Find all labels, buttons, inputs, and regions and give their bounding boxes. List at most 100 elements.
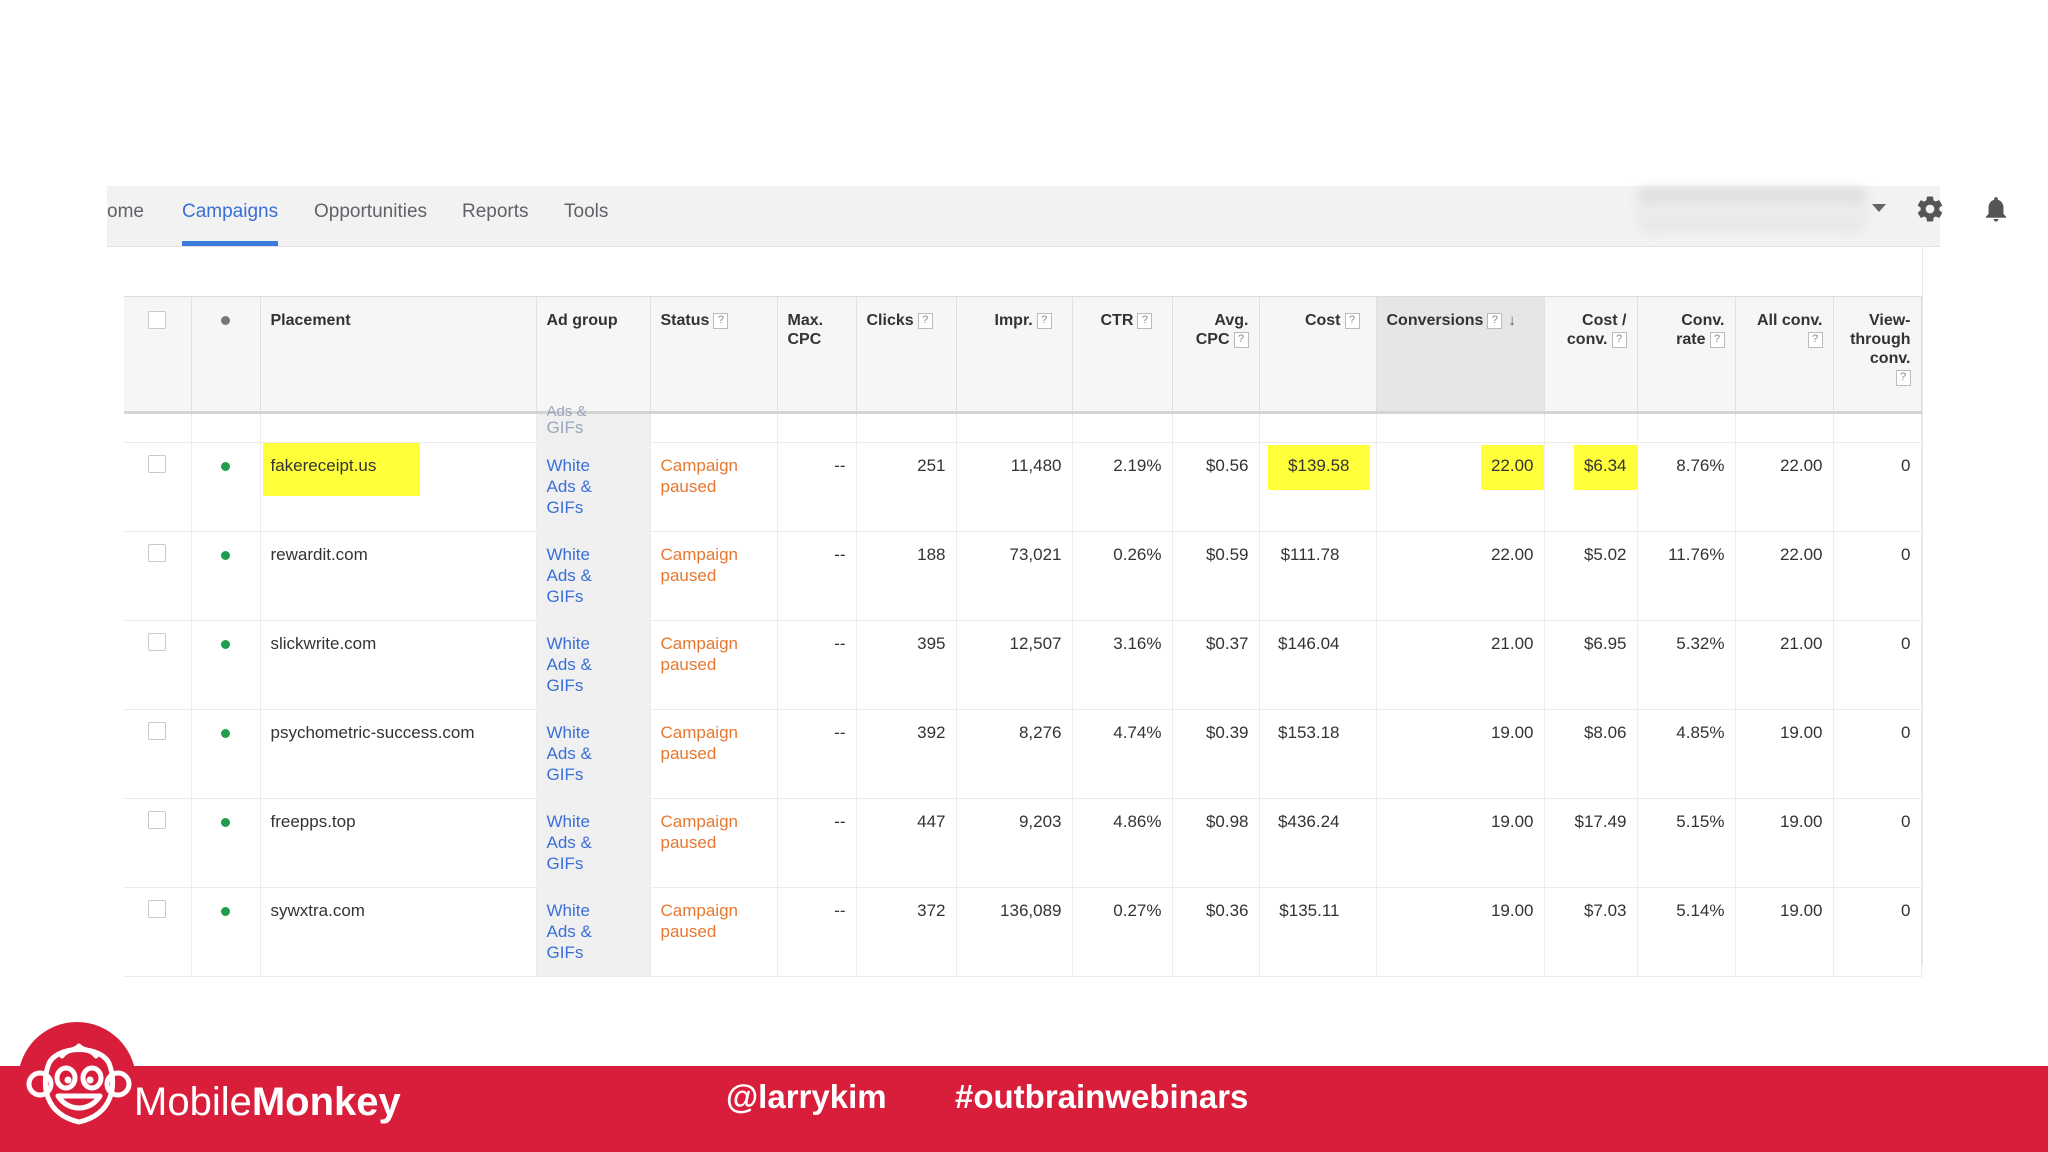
help-icon[interactable]: ? [1895, 369, 1911, 386]
help-icon[interactable]: ? [1137, 312, 1153, 329]
ad-group-link[interactable]: GIFs [547, 587, 584, 606]
bell-icon[interactable] [1981, 192, 2011, 226]
cost-text: $139.58 [1288, 456, 1350, 475]
header-impr-label: Impr. [994, 312, 1033, 329]
gear-icon[interactable] [1915, 192, 1945, 226]
help-icon[interactable]: ? [1036, 312, 1052, 329]
help-icon[interactable]: ? [1807, 331, 1823, 348]
tab-tools[interactable]: Tools [564, 186, 608, 246]
cell-status-dot [191, 798, 261, 888]
row-checkbox[interactable] [148, 722, 167, 740]
ad-group-link[interactable]: GIFs [547, 498, 584, 517]
cell-ad-group: White Ads & GIFs [536, 442, 651, 532]
cell-avg-cpc: $0.98 [1172, 798, 1260, 888]
account-selector-blurred[interactable] [1637, 188, 1867, 232]
header-ctr[interactable]: CTR? [1072, 296, 1173, 414]
ad-group-link[interactable]: Ads & [547, 922, 592, 941]
header-conversions-label: Conversions [1386, 312, 1484, 329]
table-row[interactable]: slickwrite.com White Ads & GIFs Campaign pa… [124, 620, 1922, 710]
header-max-cpc[interactable]: Max. CPC [777, 296, 857, 414]
status-text: paused [660, 833, 717, 852]
cell-view-through: 0 [1833, 887, 1922, 977]
table-row[interactable]: freepps.top White Ads & GIFs Campaign pause… [124, 798, 1922, 888]
status-text: Campaign [660, 545, 739, 564]
help-icon[interactable]: ? [1487, 312, 1503, 329]
row-checkbox[interactable] [148, 455, 167, 473]
header-all-conv[interactable]: All conv.? [1735, 296, 1834, 414]
cost-highlight: $139.58 [1268, 445, 1370, 490]
row-checkbox[interactable] [148, 633, 167, 651]
ad-group-link[interactable]: White [547, 812, 590, 831]
header-conversions[interactable]: Conversions? ↓ [1376, 296, 1545, 414]
enabled-dot-icon [221, 640, 230, 649]
ad-group-link[interactable]: Ads & [547, 744, 592, 763]
table-row[interactable]: sywxtra.com White Ads & GIFs Campaign pause… [124, 887, 1922, 977]
header-status[interactable]: Status? [650, 296, 778, 414]
ad-group-link[interactable]: GIFs [547, 765, 584, 784]
ad-group-link[interactable]: White [547, 901, 590, 920]
cell [1544, 412, 1638, 443]
help-icon[interactable]: ? [713, 312, 729, 329]
help-icon[interactable]: ? [1344, 312, 1360, 329]
header-impr[interactable]: Impr.? [956, 296, 1073, 414]
cell-select [124, 442, 192, 532]
ad-group-link[interactable]: GIFs [547, 854, 584, 873]
table-row[interactable]: fakereceipt.us White Ads & GIFs Campaign pa… [124, 442, 1922, 532]
help-icon[interactable]: ? [917, 312, 933, 329]
cell-all-conv: 22.00 [1735, 442, 1834, 532]
header-view-through[interactable]: View-through conv.? [1833, 296, 1922, 414]
header-clicks[interactable]: Clicks? [856, 296, 957, 414]
cell-impr: 73,021 [956, 531, 1073, 621]
ad-group-link[interactable]: Ads & [547, 477, 592, 496]
cell-impr: 9,203 [956, 798, 1073, 888]
status-text: Campaign [660, 812, 739, 831]
help-icon[interactable]: ? [1233, 331, 1249, 348]
header-conv-rate[interactable]: Conv. rate? [1637, 296, 1736, 414]
header-status-dot[interactable] [191, 296, 261, 414]
header-ad-group-label: Ad group [546, 312, 618, 329]
header-conv-rate-line1: Conv. [1681, 312, 1725, 329]
cell-avg-cpc: $0.56 [1172, 442, 1260, 532]
cell-conv-rate: 5.32% [1637, 620, 1736, 710]
tab-opportunities[interactable]: Opportunities [314, 186, 427, 246]
cell-cost: $135.11 [1259, 887, 1377, 977]
conversions-highlight: 22.00 [1480, 445, 1544, 490]
ad-group-link[interactable]: White [547, 723, 590, 742]
header-cost-per-conv[interactable]: Cost / conv.? [1544, 296, 1638, 414]
header-avg-cpc[interactable]: Avg. CPC? [1172, 296, 1260, 414]
enabled-dot-icon [221, 907, 230, 916]
cell-clicks: 395 [856, 620, 957, 710]
ad-group-link[interactable]: Ads & [547, 833, 592, 852]
cell-view-through: 0 [1833, 709, 1922, 799]
status-text: Campaign [660, 634, 739, 653]
table-row[interactable]: psychometric-success.com White Ads & GIFs … [124, 709, 1922, 799]
header-placement[interactable]: Placement [260, 296, 537, 414]
cell-max-cpc: -- [777, 887, 857, 977]
header-cost-label: Cost [1304, 312, 1341, 329]
row-checkbox[interactable] [148, 544, 167, 562]
cell-select [124, 798, 192, 888]
help-icon[interactable]: ? [1709, 331, 1725, 348]
select-all-checkbox[interactable] [148, 311, 167, 329]
cell-cost-per-conv: $8.06 [1544, 709, 1638, 799]
row-checkbox[interactable] [148, 900, 167, 918]
header-ad-group[interactable]: Ad group [536, 296, 651, 414]
cell-conversions: 19.00 [1376, 887, 1545, 977]
ad-group-link[interactable]: Ads & [547, 566, 592, 585]
ad-group-link[interactable]: White [547, 634, 590, 653]
ad-group-link[interactable]: GIFs [547, 943, 584, 962]
row-checkbox[interactable] [148, 811, 167, 829]
tab-home[interactable]: ome [107, 186, 144, 246]
tab-reports[interactable]: Reports [462, 186, 529, 246]
ad-group-link[interactable]: White [547, 545, 590, 564]
header-cost[interactable]: Cost? [1259, 296, 1377, 414]
help-icon[interactable]: ? [1611, 331, 1627, 348]
enabled-dot-icon [221, 551, 230, 560]
cell-all-conv: 19.00 [1735, 887, 1834, 977]
ad-group-link[interactable]: GIFs [547, 676, 584, 695]
ad-group-link[interactable]: Ads & [547, 655, 592, 674]
tab-campaigns[interactable]: Campaigns [182, 186, 279, 246]
ad-group-link[interactable]: White [547, 456, 590, 475]
caret-down-icon[interactable] [1872, 204, 1886, 212]
table-row[interactable]: rewardit.com White Ads & GIFs Campaign paus… [124, 531, 1922, 621]
